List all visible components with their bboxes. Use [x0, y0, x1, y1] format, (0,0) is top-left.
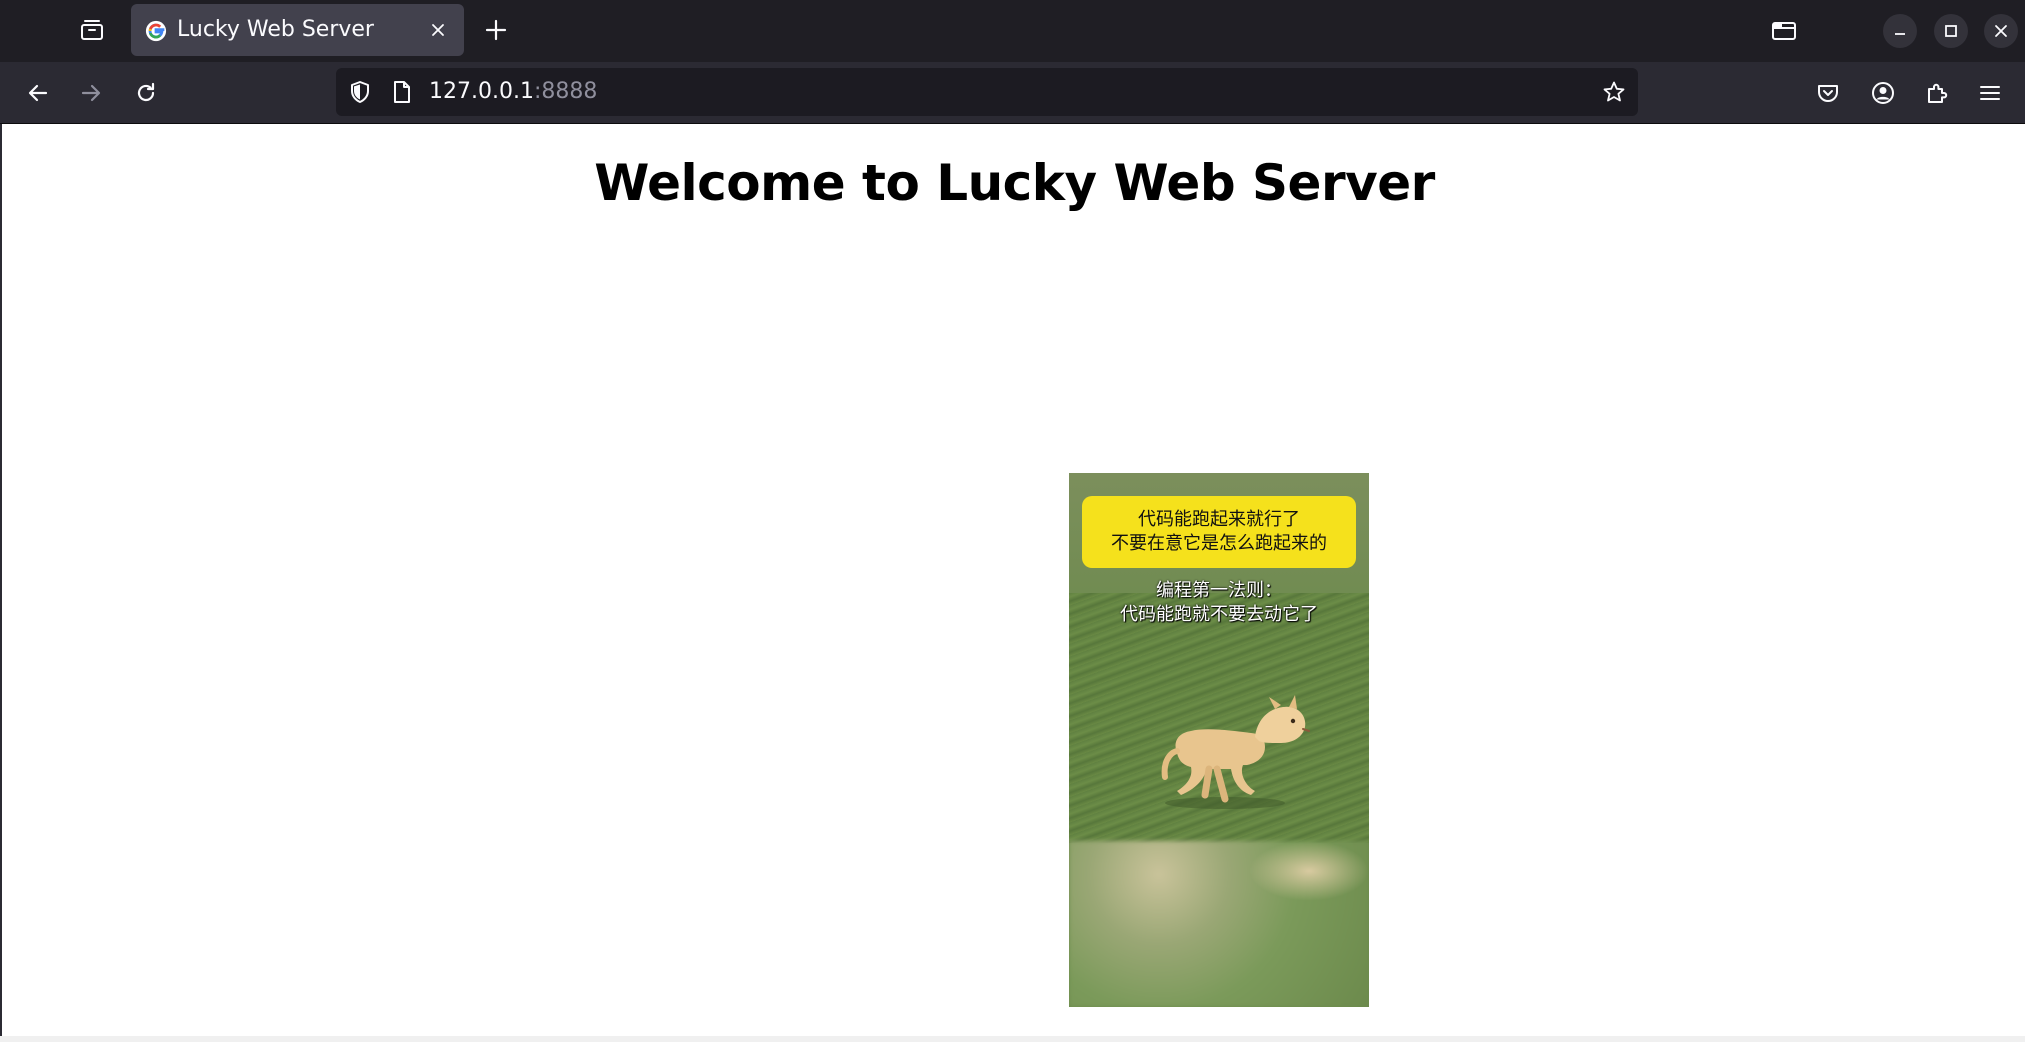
meme-caption-line: 代码能跑起来就行了 — [1138, 509, 1300, 530]
tab-list-icon — [81, 20, 103, 40]
maximize-icon — [1945, 25, 1957, 37]
folder-tab-icon — [1772, 22, 1796, 40]
reload-icon — [137, 82, 155, 102]
close-window-button[interactable] — [1984, 14, 2018, 48]
page-bottom-edge — [0, 1036, 2025, 1042]
tracking-protection-button[interactable] — [348, 80, 372, 104]
close-window-icon — [1995, 25, 2007, 37]
maximize-button[interactable] — [1934, 14, 1968, 48]
url-port: :8888 — [533, 79, 598, 104]
meme-subtitle-line: 代码能跑就不要去动它了 — [1120, 604, 1318, 625]
meme-caption-box: 代码能跑起来就行了 不要在意它是怎么跑起来的 — [1082, 496, 1356, 568]
back-button[interactable] — [18, 73, 58, 113]
url-host: 127.0.0.1 — [429, 79, 534, 104]
meme-caption-line: 不要在意它是怎么跑起来的 — [1111, 533, 1327, 554]
minimize-button[interactable] — [1883, 14, 1917, 48]
meme-subtitle-line: 编程第一法则： — [1156, 580, 1282, 601]
page-title: Welcome to Lucky Web Server — [594, 154, 1435, 212]
arrow-right-icon — [81, 84, 101, 102]
navigation-toolbar: 127.0.0.1:8888 — [0, 62, 2025, 124]
puzzle-icon — [1928, 83, 1948, 103]
tab-title: Lucky Web Server — [177, 17, 374, 42]
plus-icon — [485, 19, 507, 41]
star-icon — [1603, 81, 1625, 102]
tab-strip: Lucky Web Server — [0, 0, 2025, 62]
address-bar[interactable]: 127.0.0.1:8888 — [336, 68, 1638, 116]
reload-button[interactable] — [126, 73, 166, 113]
page-content: Welcome to Lucky Web Server 代码能跑起来就行了 不要… — [0, 124, 2025, 1042]
arrow-left-icon — [28, 84, 48, 102]
meme-image: 代码能跑起来就行了 不要在意它是怎么跑起来的 编程第一法则： 代码能跑就不要去动… — [1069, 473, 1369, 1007]
account-icon — [1872, 82, 1894, 104]
active-tab[interactable]: Lucky Web Server — [131, 4, 464, 56]
shield-icon — [351, 81, 369, 103]
application-menu-button[interactable] — [1970, 73, 2010, 113]
pocket-icon — [1818, 85, 1838, 102]
extensions-button[interactable] — [1917, 73, 1957, 113]
pocket-button[interactable] — [1808, 73, 1848, 113]
forward-button[interactable] — [71, 73, 111, 113]
google-g-icon — [145, 20, 167, 42]
running-lamb-illustration — [1161, 695, 1310, 809]
tab-list-button[interactable] — [72, 14, 112, 46]
hamburger-menu-icon — [1980, 86, 2000, 100]
page-info-button[interactable] — [390, 80, 414, 104]
account-button[interactable] — [1863, 73, 1903, 113]
minimize-icon — [1895, 33, 1905, 35]
meme-subtitle: 编程第一法则： 代码能跑就不要去动它了 — [1069, 579, 1369, 627]
tab-close-button[interactable] — [425, 17, 451, 43]
url-text[interactable]: 127.0.0.1:8888 — [429, 68, 597, 116]
new-tab-button[interactable] — [476, 13, 516, 47]
page-icon — [394, 81, 410, 103]
meme-blurred-highlight — [1249, 841, 1369, 901]
bookmark-button[interactable] — [1602, 80, 1626, 104]
tab-view-button[interactable] — [1767, 14, 1801, 48]
browser-window: Lucky Web Server 127.0.0.1:8888 Welcome … — [0, 0, 2025, 1042]
close-icon — [432, 24, 444, 36]
